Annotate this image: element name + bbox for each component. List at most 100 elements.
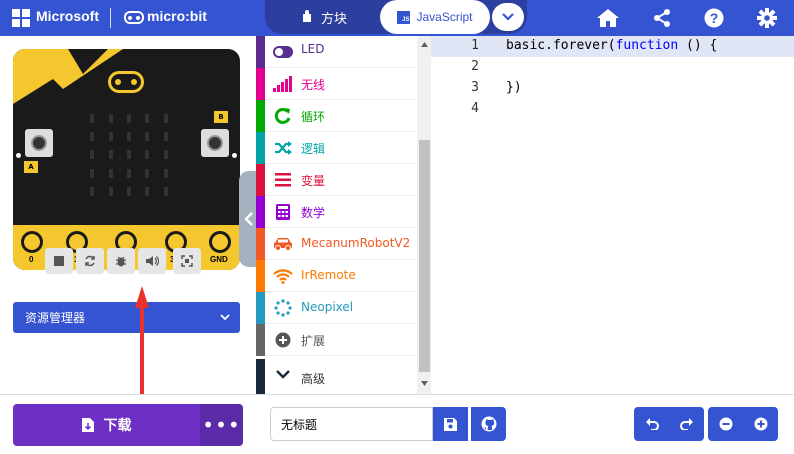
download-button[interactable]: 下载 [13,404,200,446]
category-led[interactable]: LED [256,36,416,68]
category-stripe [256,68,265,100]
redo-button[interactable] [669,407,704,441]
category-label: 循环 [301,110,326,124]
chevron-down-icon [276,370,290,379]
pin-0[interactable] [21,231,43,253]
led [145,187,150,197]
code-line[interactable]: 2 [431,57,794,78]
undo-button[interactable] [634,407,669,441]
category-stripe [256,324,265,356]
led [108,132,113,142]
svg-text:?: ? [710,10,719,26]
restart-icon [85,255,95,267]
code-line[interactable]: 3 }) [431,78,794,99]
keyword-token: function [615,38,679,53]
led [163,168,168,178]
share-button[interactable] [648,4,676,32]
led [108,150,113,160]
chevron-left-icon [244,212,253,226]
led [163,113,168,123]
category-stripe [256,164,265,196]
github-icon [481,416,496,432]
led [126,132,131,142]
line-number: 3 [471,80,479,95]
category-extensions[interactable]: 扩展 [256,324,416,356]
stop-button[interactable] [45,248,73,274]
led-matrix [83,109,175,201]
side-dot [16,153,21,158]
explorer-label: 资源管理器 [25,311,86,325]
help-button[interactable]: ? [700,4,728,32]
debug-button[interactable] [107,248,135,274]
advanced-category[interactable]: 高级 [256,359,416,394]
explorer-button[interactable]: 资源管理器 [13,302,240,333]
button-a[interactable] [25,129,53,157]
category-stripe [256,359,265,394]
car-icon [273,235,293,253]
microbit-logo-icon [124,11,144,24]
download-icon [81,418,94,432]
pin-label: GND [210,255,228,264]
zoom-in-button[interactable] [743,407,778,441]
pin-gnd[interactable] [209,231,231,253]
code-editor[interactable]: 1 basic.forever(function () { 2 3 }) 4 [431,36,794,394]
settings-button[interactable] [753,4,781,32]
wifi-icon [273,267,293,285]
language-dropdown-button[interactable] [492,3,524,31]
home-button[interactable] [594,4,622,32]
led [126,187,131,197]
settings-icon [757,8,777,28]
category-mecanumrobotv2[interactable]: MecanumRobotV2 [256,228,416,260]
fullscreen-button[interactable] [173,248,201,274]
led [90,132,95,142]
restart-button[interactable] [76,248,104,274]
project-name-input[interactable] [270,407,433,441]
scroll-down-icon[interactable] [420,379,429,387]
plus-circle-icon [273,331,293,349]
header-bar: Microsoft micro:bit 方块 JS JavaScript ? [0,0,794,36]
led [163,150,168,160]
category-label: 数学 [301,206,326,220]
debug-icon [116,256,126,267]
category-logic[interactable]: 逻辑 [256,132,416,164]
category-label: 逻辑 [301,142,326,156]
button-b[interactable] [201,129,229,157]
touch-logo[interactable] [108,71,144,93]
header-divider [110,8,111,28]
blocks-mode-button[interactable]: 方块 [268,0,380,34]
button-a-label: A [24,161,38,173]
led [108,187,113,197]
javascript-mode-button[interactable]: JS JavaScript [380,0,490,34]
sound-button[interactable] [138,248,166,274]
category-radio[interactable]: 无线 [256,68,416,100]
category-stripe [256,228,265,260]
led [108,168,113,178]
code-line[interactable]: 1 basic.forever(function () { [431,36,794,57]
category-neopixel[interactable]: Neopixel [256,292,416,324]
code-token: basic.forever( [506,38,616,53]
led [145,168,150,178]
category-loops[interactable]: 循环 [256,100,416,132]
scroll-up-icon[interactable] [420,41,429,49]
board-corner-decoration [13,49,123,104]
led [90,150,95,160]
zoom-out-button[interactable] [708,407,743,441]
puzzle-piece-icon [302,10,311,22]
code-line[interactable]: 4 [431,99,794,120]
product-name[interactable]: micro:bit [147,8,207,24]
github-button[interactable] [471,407,506,441]
help-icon: ? [704,8,724,28]
category-irremote[interactable]: IrRemote [256,260,416,292]
more-options-button[interactable]: ••• [200,404,243,446]
line-number: 1 [471,38,479,53]
zoom-in-icon [754,417,767,431]
category-label: MecanumRobotV2 [301,236,411,250]
side-dot [232,153,237,158]
line-number: 2 [471,59,479,74]
save-button[interactable] [433,407,468,441]
category-variables[interactable]: 变量 [256,164,416,196]
category-math[interactable]: 数学 [256,196,416,228]
toolbox-scrollbar-thumb[interactable] [419,140,430,372]
microbit-board[interactable]: A B 0 1 2 3V GND [13,49,240,270]
dotted-circle-icon [273,299,293,317]
